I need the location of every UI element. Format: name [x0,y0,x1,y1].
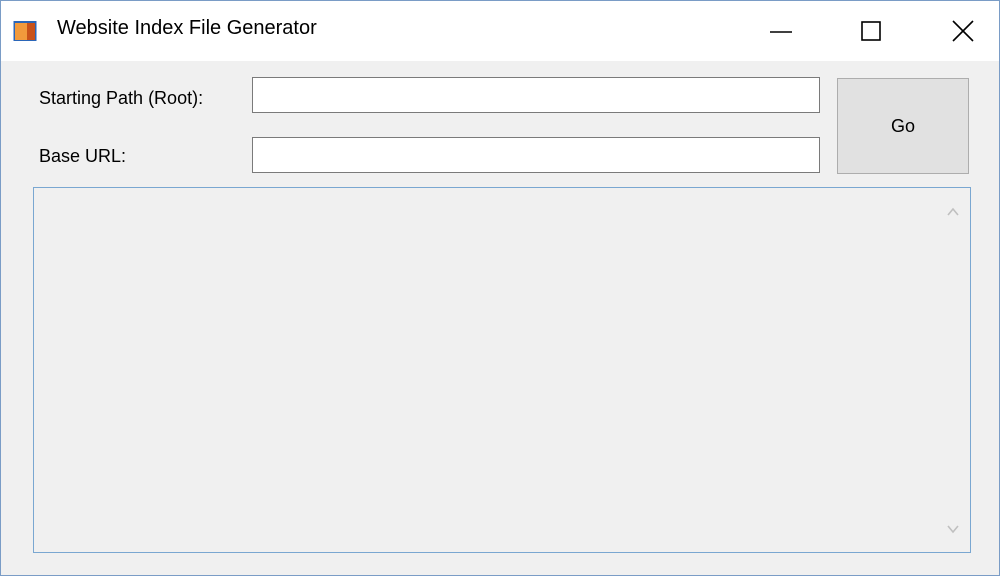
close-button[interactable] [915,1,1000,61]
app-window: Website Index File Generator Starting Pa… [0,0,1000,576]
scroll-up-button[interactable] [936,194,970,228]
go-button[interactable]: Go [837,78,969,174]
title-bar[interactable]: Website Index File Generator [1,1,999,61]
base-url-input[interactable] [252,137,820,173]
maximize-icon [861,21,881,41]
maximize-button[interactable] [827,1,915,61]
vertical-scrollbar[interactable] [936,188,970,552]
minimize-button[interactable] [739,1,827,61]
scroll-down-button[interactable] [936,512,970,546]
output-textarea[interactable] [33,187,971,553]
folder-app-icon[interactable] [13,20,37,42]
base-url-label: Base URL: [39,146,127,166]
starting-path-label: Starting Path (Root): [39,88,204,108]
minimize-icon [770,31,792,33]
chevron-up-icon [947,207,959,216]
starting-path-input[interactable] [252,77,820,113]
close-icon [952,20,974,42]
window-title: Website Index File Generator [57,17,317,39]
chevron-down-icon [947,525,959,534]
